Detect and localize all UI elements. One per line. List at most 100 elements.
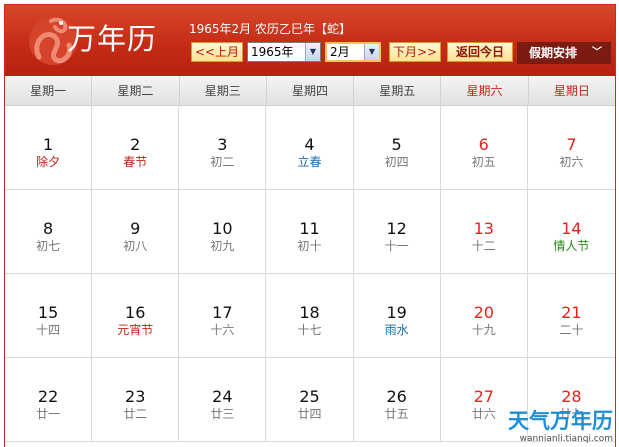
lunar-label: 廿五	[384, 407, 409, 421]
next-month-button[interactable]: 下月>>	[389, 42, 441, 62]
day-cell[interactable]: 8 初七	[5, 190, 93, 274]
day-number: 10	[212, 219, 233, 238]
year-select[interactable]: 1965年 ▼	[247, 42, 321, 62]
back-to-today-button[interactable]: 返回今日	[447, 42, 513, 62]
day-number: 24	[212, 387, 233, 406]
day-cell[interactable]: 25 廿四	[266, 358, 354, 442]
year-select-value: 1965年	[251, 45, 294, 59]
day-number: 14	[561, 219, 582, 238]
weekday-header-mon: 星期一	[5, 76, 93, 105]
day-number: 1	[42, 135, 54, 154]
day-number: 27	[473, 387, 494, 406]
day-number: 12	[386, 219, 407, 238]
day-number: 26	[386, 387, 407, 406]
month-select[interactable]: 2月 ▼	[325, 42, 381, 62]
weekday-header-thu: 星期四	[267, 76, 355, 105]
day-number: 8	[42, 219, 54, 238]
weekday-header-fri: 星期五	[354, 76, 442, 105]
weekday-header-sun: 星期日	[553, 84, 590, 98]
day-number: 16	[125, 303, 146, 322]
day-number: 3	[217, 135, 228, 154]
lunar-label: 十二	[471, 239, 496, 253]
dropdown-arrow-icon[interactable]: ▼	[305, 43, 320, 61]
day-number: 25	[299, 387, 320, 406]
calendar-grid: 1 除夕 2 春节 3 初二 4 立春 5 初四 6 初五 7 初六 8 初七 9 初八 10 初九…	[5, 106, 615, 447]
day-number: 9	[130, 219, 141, 238]
day-cell[interactable]: 28 廿七	[527, 358, 615, 442]
month-select-value: 2月	[330, 45, 350, 59]
lunar-label: 二十	[559, 323, 584, 337]
day-number: 20	[473, 303, 494, 322]
lunar-label: 廿六	[471, 407, 496, 421]
lunar-label: 初五	[471, 155, 496, 169]
lunar-label: 十九	[471, 323, 496, 337]
day-cell[interactable]: 1 除夕	[5, 106, 93, 190]
day-cell[interactable]: 3 初二	[179, 106, 267, 190]
day-cell[interactable]: 19 雨水	[353, 274, 441, 358]
day-number: 28	[561, 387, 582, 406]
day-cell[interactable]: 11 初十	[266, 190, 354, 274]
lunar-label: 情人节	[553, 239, 590, 253]
day-cell[interactable]: 4 立春	[266, 106, 354, 190]
weekday-header-wed: 星期三	[180, 76, 267, 105]
day-number: 18	[299, 303, 320, 322]
day-cell[interactable]: 12 十一	[353, 190, 441, 274]
chevron-down-icon: ﹀	[592, 47, 602, 58]
lunar-label: 十七	[297, 323, 322, 337]
day-number: 22	[37, 387, 59, 406]
holiday-schedule-label: 假期安排	[529, 46, 578, 60]
weekday-header-row: 星期一 星期二 星期三 星期四 星期五 星期六 星期日	[5, 76, 615, 106]
lunar-label: 元宵节	[117, 323, 154, 337]
day-cell[interactable]: 15 十四	[5, 274, 93, 358]
day-cell[interactable]: 14 情人节	[527, 190, 615, 274]
day-cell[interactable]: 21 二十	[527, 274, 615, 358]
lunar-label: 初二	[210, 155, 235, 169]
lunar-label: 廿二	[123, 407, 148, 421]
day-cell[interactable]: 16 元宵节	[92, 274, 180, 358]
day-cell[interactable]: 5 初四	[353, 106, 441, 190]
day-number: 4	[304, 135, 315, 154]
day-number: 17	[212, 303, 233, 322]
day-cell[interactable]: 7 初六	[527, 106, 615, 190]
lunar-label: 廿七	[559, 407, 584, 421]
holiday-schedule-button[interactable]: 假期安排 ﹀	[517, 42, 611, 64]
day-cell[interactable]: 10 初九	[179, 190, 267, 274]
lunar-label: 初四	[384, 155, 409, 169]
day-number: 11	[299, 219, 320, 238]
day-cell[interactable]: 17 十六	[179, 274, 267, 358]
lunar-label: 廿三	[210, 407, 235, 421]
lunar-label: 立春	[297, 155, 322, 169]
lunar-label: 初六	[559, 155, 584, 169]
day-cell[interactable]: 9 初八	[92, 190, 180, 274]
lunar-label: 除夕	[36, 155, 61, 169]
day-cell[interactable]: 2 春节	[92, 106, 180, 190]
day-cell[interactable]: 20 十九	[440, 274, 528, 358]
page-title: 万年历	[67, 22, 158, 56]
dropdown-arrow-icon[interactable]: ▼	[364, 44, 379, 60]
lunar-label: 初九	[210, 239, 235, 253]
lunar-year-info: 1965年2月 农历乙巳年【蛇】	[189, 22, 351, 36]
day-cell[interactable]: 22 廿一	[5, 358, 93, 442]
lunar-label: 十一	[384, 239, 409, 253]
lunar-label: 十四	[36, 323, 61, 337]
day-cell[interactable]: 24 廿三	[179, 358, 267, 442]
calendar-widget: 万年历 1965年2月 农历乙巳年【蛇】 <<上月 1965年 ▼ 2月 ▼ 下…	[4, 4, 616, 447]
weekday-header-sat: 星期六	[441, 76, 529, 105]
day-number: 23	[125, 387, 146, 406]
lunar-label: 廿四	[297, 407, 322, 421]
weekday-header-tue: 星期二	[92, 76, 180, 105]
calendar-header: 万年历 1965年2月 农历乙巳年【蛇】 <<上月 1965年 ▼ 2月 ▼ 下…	[5, 5, 615, 76]
lunar-label: 初七	[36, 239, 61, 253]
lunar-label: 初十	[297, 239, 322, 253]
day-cell[interactable]: 26 廿五	[353, 358, 441, 442]
day-number: 2	[130, 135, 141, 154]
day-cell[interactable]: 23 廿二	[92, 358, 180, 442]
day-cell[interactable]: 6 初五	[440, 106, 528, 190]
day-cell[interactable]: 27 廿六	[440, 358, 528, 442]
day-cell[interactable]: 13 十二	[440, 190, 528, 274]
prev-month-button[interactable]: <<上月	[191, 42, 243, 62]
lunar-label: 春节	[123, 155, 148, 169]
day-cell[interactable]: 18 十七	[266, 274, 354, 358]
lunar-label: 雨水	[384, 323, 409, 337]
day-number: 13	[473, 219, 494, 238]
